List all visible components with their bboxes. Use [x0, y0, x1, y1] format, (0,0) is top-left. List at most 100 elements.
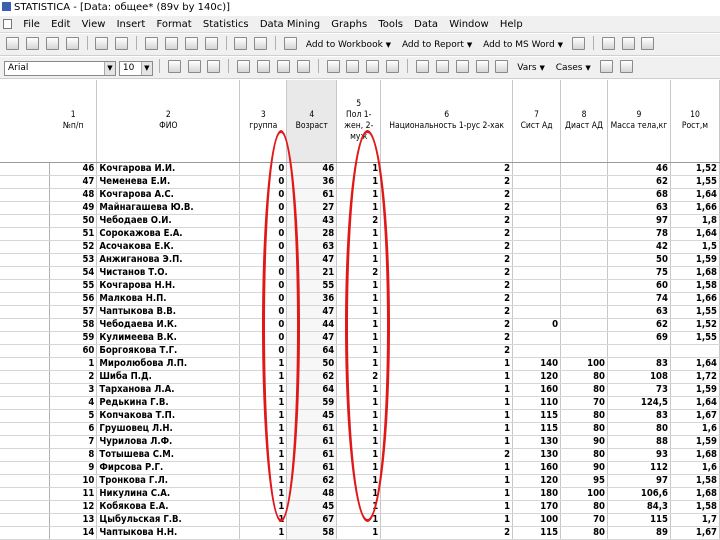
table-cell[interactable]: 10: [49, 474, 98, 488]
table-cell[interactable]: 1,59: [670, 383, 720, 397]
table-cell[interactable]: Никулина С.А.: [96, 487, 241, 501]
redo-icon[interactable]: [254, 37, 268, 50]
table-cell[interactable]: 1,58: [670, 279, 720, 293]
table-cell[interactable]: Чаптыкова Н.Н.: [96, 526, 241, 540]
row-header[interactable]: [0, 513, 51, 527]
document-icon[interactable]: [3, 19, 12, 29]
table-cell[interactable]: 1,52: [670, 318, 720, 332]
table-cell[interactable]: 73: [607, 383, 671, 397]
table-cell[interactable]: [607, 344, 671, 358]
table-cell[interactable]: 1: [336, 500, 382, 514]
row-header[interactable]: [0, 253, 51, 267]
table-cell[interactable]: 1: [336, 513, 382, 527]
vars-button[interactable]: Vars ▼: [513, 57, 549, 78]
table-cell[interactable]: 48: [49, 188, 98, 202]
table-cell[interactable]: 1,64: [670, 357, 720, 371]
table-cell[interactable]: 1,5: [670, 240, 720, 254]
row-header[interactable]: [0, 461, 51, 475]
table-cell[interactable]: 2: [380, 305, 514, 319]
table-cell[interactable]: 7: [49, 435, 98, 449]
table-cell[interactable]: 90: [560, 461, 608, 475]
table-cell[interactable]: 0: [239, 162, 288, 176]
table-cell[interactable]: 28: [286, 227, 338, 241]
table-cell[interactable]: 44: [286, 318, 338, 332]
table-cell[interactable]: 124,5: [607, 396, 671, 410]
menu-view[interactable]: View: [78, 16, 110, 32]
table-cell[interactable]: 1,67: [670, 409, 720, 423]
table-cell[interactable]: 2: [380, 162, 514, 176]
chart-icon[interactable]: [455, 60, 469, 73]
table-cell[interactable]: 1: [239, 383, 288, 397]
table-cell[interactable]: 1: [380, 500, 514, 514]
table-cell[interactable]: 1,58: [670, 500, 720, 514]
table-cell[interactable]: [560, 344, 608, 358]
table-cell[interactable]: 2: [380, 253, 514, 267]
row-header[interactable]: [0, 448, 51, 462]
table-cell[interactable]: Чаптыкова В.В.: [96, 305, 241, 319]
row-header[interactable]: [0, 266, 51, 280]
table-cell[interactable]: 36: [286, 292, 338, 306]
table-cell[interactable]: 0: [239, 279, 288, 293]
table-cell[interactable]: 80: [560, 409, 608, 423]
table-cell[interactable]: 170: [512, 500, 562, 514]
table-cell[interactable]: 61: [286, 188, 338, 202]
table-cell[interactable]: [512, 344, 562, 358]
table-cell[interactable]: [560, 331, 608, 345]
table-cell[interactable]: 55: [49, 279, 98, 293]
table-cell[interactable]: 62: [286, 370, 338, 384]
table-cell[interactable]: 1: [336, 227, 382, 241]
table-cell[interactable]: 68: [607, 188, 671, 202]
table-cell[interactable]: 8: [49, 448, 98, 462]
table-cell[interactable]: 69: [607, 331, 671, 345]
table-cell[interactable]: 1: [49, 357, 98, 371]
table-cell[interactable]: [512, 201, 562, 215]
align-right-icon[interactable]: [276, 60, 290, 73]
table-cell[interactable]: 56: [49, 292, 98, 306]
table-cell[interactable]: Чистанов Т.О.: [96, 266, 241, 280]
table-cell[interactable]: 46: [607, 162, 671, 176]
table-cell[interactable]: 1,6: [670, 422, 720, 436]
table-cell[interactable]: 1,55: [670, 175, 720, 189]
column-header-2[interactable]: 2 ФИО: [96, 80, 241, 163]
table-cell[interactable]: 1,64: [670, 227, 720, 241]
table-cell[interactable]: 42: [607, 240, 671, 254]
table-cell[interactable]: 2: [380, 448, 514, 462]
table-cell[interactable]: 2: [380, 266, 514, 280]
row-header[interactable]: [0, 422, 51, 436]
table-cell[interactable]: 1: [336, 422, 382, 436]
table-cell[interactable]: 1: [336, 279, 382, 293]
table-cell[interactable]: 1,55: [670, 305, 720, 319]
grid-view-icon[interactable]: [619, 60, 633, 73]
star-icon[interactable]: [571, 37, 585, 50]
table-cell[interactable]: 1: [239, 448, 288, 462]
table-cell[interactable]: 75: [607, 266, 671, 280]
table-cell[interactable]: 78: [607, 227, 671, 241]
corner-cell[interactable]: [0, 80, 50, 163]
table-cell[interactable]: 80: [560, 383, 608, 397]
table-cell[interactable]: 80: [560, 422, 608, 436]
row-header[interactable]: [0, 240, 51, 254]
bold-icon[interactable]: [167, 60, 181, 73]
table-cell[interactable]: 52: [49, 240, 98, 254]
table-cell[interactable]: 2: [380, 188, 514, 202]
table-cell[interactable]: 2: [380, 175, 514, 189]
table-cell[interactable]: 46: [49, 162, 98, 176]
row-header[interactable]: [0, 227, 51, 241]
table-cell[interactable]: 1: [336, 305, 382, 319]
table-cell[interactable]: [560, 175, 608, 189]
table-cell[interactable]: 1: [239, 500, 288, 514]
table-cell[interactable]: 63: [607, 305, 671, 319]
table-cell[interactable]: Боргоякова Т.Г.: [96, 344, 241, 358]
column-header-5[interactable]: 5 Пол 1-жен, 2-муж: [336, 80, 382, 163]
row-header[interactable]: [0, 396, 51, 410]
table-cell[interactable]: 61: [286, 435, 338, 449]
table-cell[interactable]: 47: [49, 175, 98, 189]
table-cell[interactable]: 0: [239, 175, 288, 189]
table-cell[interactable]: 1: [239, 357, 288, 371]
variables-specs-icon[interactable]: [415, 60, 429, 73]
column-header-4[interactable]: 4 Возраст: [286, 80, 338, 163]
table-cell[interactable]: [512, 331, 562, 345]
table-cell[interactable]: 59: [49, 331, 98, 345]
table-cell[interactable]: 1: [239, 526, 288, 540]
table-cell[interactable]: 62: [286, 474, 338, 488]
